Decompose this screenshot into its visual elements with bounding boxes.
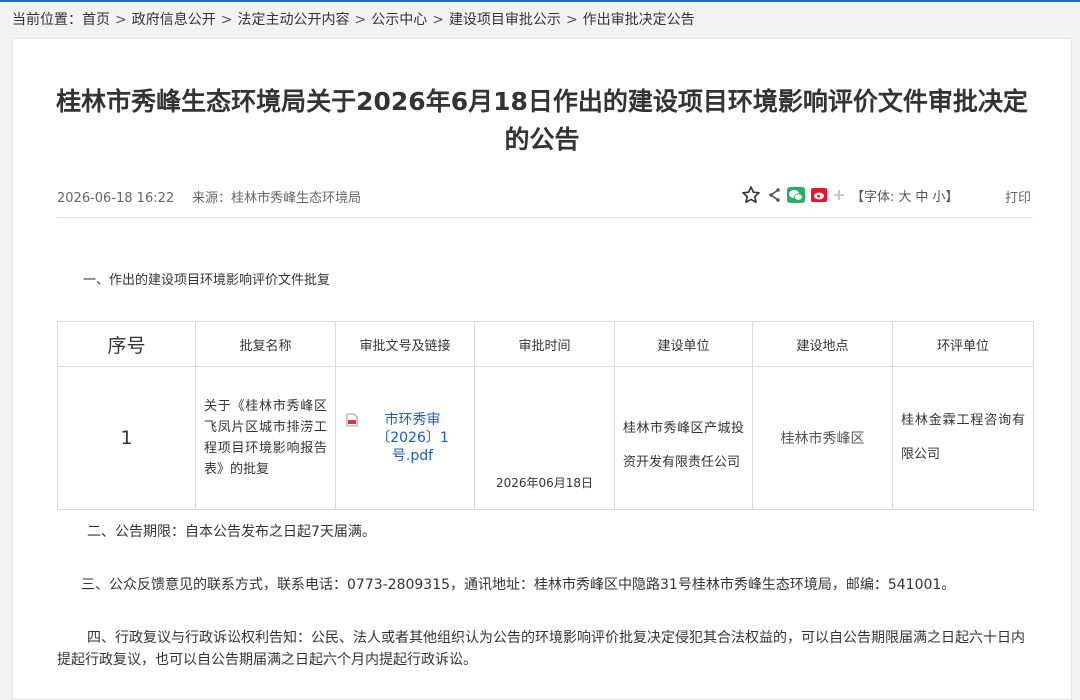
article-toolbar: 【字体: 大中小】 — [741, 184, 958, 206]
pdf-link-text[interactable]: 市环秀审〔2026〕1号.pdf — [361, 411, 465, 465]
breadcrumb-home[interactable]: 首页 — [82, 12, 110, 28]
approval-date-text: 2026年06月18日 — [495, 476, 594, 490]
weibo-icon[interactable] — [811, 188, 827, 202]
approval-table: 序号 批复名称 审批文号及链接 审批时间 建设单位 建设地点 环评单位 1 关于… — [57, 321, 1034, 510]
share-icon[interactable] — [767, 187, 781, 203]
breadcrumb-separator: > — [220, 12, 233, 28]
font-size-large[interactable]: 大 — [898, 190, 911, 205]
article-title: 桂林市秀峰生态环境局关于2026年6月18日作出的建设项目环境影响评价文件审批决… — [56, 87, 1028, 154]
article-card: 桂林市秀峰生态环境局关于2026年6月18日作出的建设项目环境影响评价文件审批决… — [12, 38, 1072, 700]
plus-icon[interactable] — [833, 189, 845, 201]
notice-period-paragraph: 二、公告期限：自本公告发布之日起7天届满。 — [87, 524, 376, 540]
row-number: 1 — [57, 366, 196, 510]
table-header-cell: 环评单位 — [892, 321, 1034, 367]
breadcrumb-separator: > — [565, 12, 578, 28]
wechat-icon[interactable] — [787, 187, 805, 203]
builder-unit-text: 桂林市秀峰区产城投资开发有限责任公司 — [623, 421, 744, 470]
article-meta: 2026-06-18 16:22 来源：桂林市秀峰生态环境局 — [57, 187, 361, 206]
source-name: 桂林市秀峰生态环境局 — [231, 191, 362, 206]
top-accent-bar — [0, 0, 1080, 2]
breadcrumb-prefix: 当前位置： — [12, 12, 82, 28]
table-header-cell: 建设地点 — [752, 321, 893, 367]
build-location: 桂林市秀峰区 — [752, 366, 893, 510]
meta-divider — [57, 217, 1033, 218]
breadcrumb-current[interactable]: 作出审批决定公告 — [583, 12, 695, 28]
breadcrumb: 当前位置：首页 > 政府信息公开 > 法定主动公开内容 > 公示中心 > 建设项目审批公示 > 作出… — [12, 10, 695, 30]
table-header-cell: 序号 — [57, 321, 196, 367]
font-size-switch: 【字体: 大中小】 — [851, 186, 958, 205]
doc-link-cell: 市环秀审〔2026〕1号.pdf — [335, 366, 475, 510]
font-size-label: 【字体: — [851, 189, 895, 205]
breadcrumb-separator: > — [115, 12, 127, 28]
font-size-small[interactable]: 小 — [932, 190, 945, 205]
table-header-cell: 审批时间 — [474, 321, 615, 367]
breadcrumb-separator: > — [354, 12, 367, 28]
breadcrumb-gov-info[interactable]: 政府信息公开 — [132, 12, 216, 28]
table-header-cell: 建设单位 — [614, 321, 753, 367]
pdf-link[interactable]: 市环秀审〔2026〕1号.pdf — [346, 411, 465, 465]
breadcrumb-statutory[interactable]: 法定主动公开内容 — [237, 12, 349, 28]
breadcrumb-project-approval[interactable]: 建设项目审批公示 — [449, 12, 561, 28]
builder-unit: 桂林市秀峰区产城投资开发有限责任公司 — [614, 366, 753, 510]
font-size-close: 】 — [945, 189, 959, 205]
pdf-icon — [346, 413, 358, 432]
section-heading: 一、作出的建设项目环境影响评价文件批复 — [83, 273, 331, 288]
approval-name: 关于《桂林市秀峰区飞凤片区城市排涝工程项目环境影响报告表》的批复 — [195, 366, 336, 510]
font-size-medium[interactable]: 中 — [915, 190, 928, 205]
star-icon[interactable] — [741, 185, 761, 205]
rights-paragraph: 四、行政复议与行政诉讼权利告知：公民、法人或者其他组织认为公告的环境影响评价批复… — [57, 630, 1025, 668]
table-header-cell: 审批文号及链接 — [335, 321, 475, 367]
approval-date: 2026年06月18日 — [474, 366, 615, 510]
source-label: 来源： — [192, 191, 232, 206]
eia-unit: 桂林金霖工程咨询有限公司 — [892, 366, 1034, 510]
breadcrumb-separator: > — [432, 12, 444, 28]
table-row: 1 关于《桂林市秀峰区飞凤片区城市排涝工程项目环境影响报告表》的批复 市环秀审〔… — [57, 366, 1034, 510]
table-header-cell: 批复名称 — [195, 321, 336, 367]
print-button[interactable]: 打印 — [1005, 187, 1031, 206]
contact-paragraph: 三、公众反馈意见的联系方式，联系电话：0773-2809315，通讯地址：桂林市… — [81, 577, 956, 593]
eia-unit-text: 桂林金霖工程咨询有限公司 — [901, 413, 1025, 462]
table-header-row: 序号 批复名称 审批文号及链接 审批时间 建设单位 建设地点 环评单位 — [57, 321, 1034, 367]
publish-datetime: 2026-06-18 16:22 — [57, 191, 175, 206]
breadcrumb-publicity-center[interactable]: 公示中心 — [371, 12, 427, 28]
